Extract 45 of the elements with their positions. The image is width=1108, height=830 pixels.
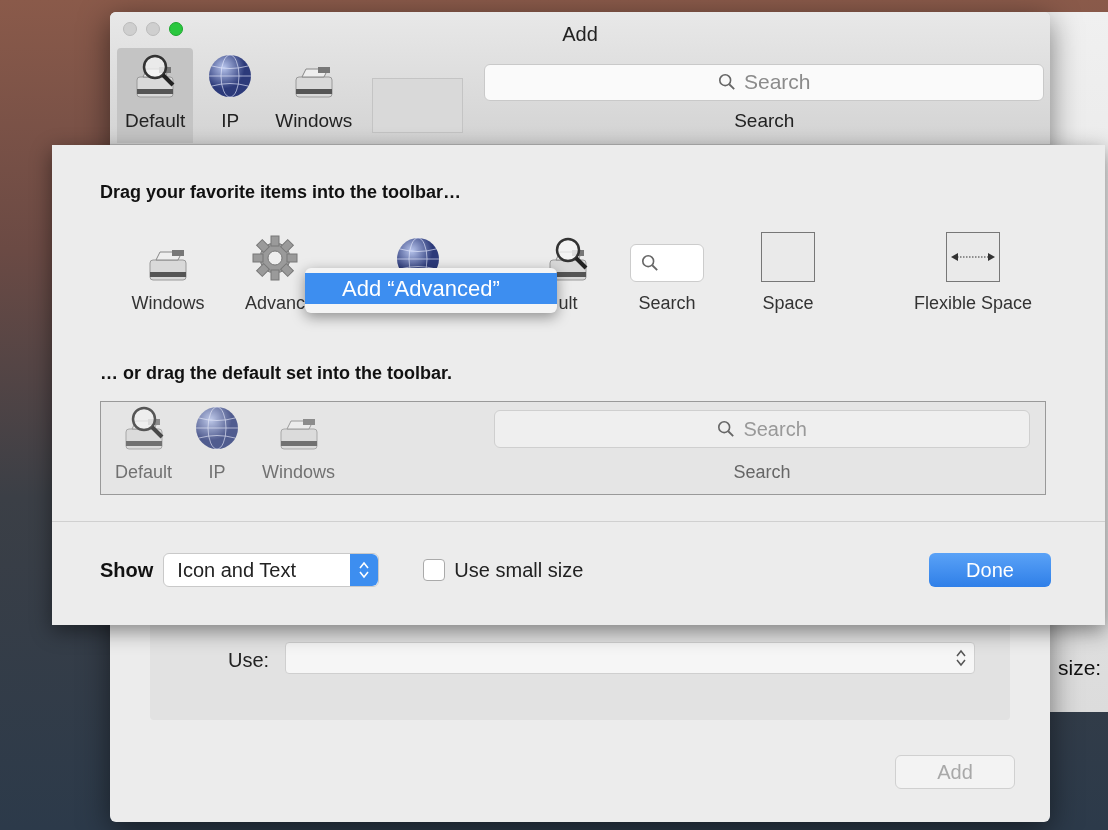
gear-icon (251, 234, 299, 282)
use-popup[interactable] (285, 642, 976, 674)
default-item-label: Default (115, 461, 173, 484)
menu-item[interactable]: Add “Advanced” (305, 273, 557, 304)
search-placeholder: Search (743, 417, 807, 442)
close-button[interactable] (123, 22, 137, 36)
palette-item-label: ult (558, 292, 578, 314)
palette-item-label: Windows (131, 292, 205, 314)
use-label: Use: (228, 648, 270, 673)
default-item-label: Search (733, 461, 791, 484)
checkbox[interactable] (423, 559, 446, 581)
checkbox-label: Use small size (454, 558, 584, 583)
sheet-heading: Drag your favorite items into the toolbar… (100, 182, 462, 202)
default-item-label: Windows (262, 461, 336, 484)
search-field[interactable]: Search (484, 63, 1045, 101)
palette-item-label: Space (762, 292, 814, 314)
show-popup[interactable]: Icon and Text (163, 553, 380, 587)
zoom-button[interactable] (169, 22, 183, 36)
space-box-icon (761, 232, 815, 282)
toolbar-item[interactable]: IP (199, 48, 262, 143)
stepper-icon (359, 561, 370, 579)
globe-icon (207, 52, 254, 99)
palette-item-label: Advanc (244, 292, 305, 314)
done-button[interactable]: Done (929, 553, 1051, 587)
search-icon (717, 420, 736, 438)
palette-item-label: Search (638, 292, 696, 314)
stepper-icon (956, 649, 967, 667)
show-label: Show (100, 558, 154, 583)
size-label: size: (1058, 655, 1102, 681)
search-icon (641, 254, 659, 272)
search-field[interactable]: Search (494, 410, 1031, 448)
palette-item-label: Flexible Space (913, 292, 1033, 314)
toolbar-item[interactable]: Windows (267, 48, 361, 143)
sheet-heading: … or drag the default set into the toolbar. (100, 363, 453, 383)
flexible-space-icon (946, 232, 1000, 282)
stepper-button[interactable] (350, 554, 379, 586)
search-placeholder: Search (744, 69, 811, 96)
popup-value: Icon and Text (177, 558, 296, 583)
search-icon (718, 73, 736, 91)
default-item-label: IP (208, 461, 226, 484)
minimize-button[interactable] (146, 22, 160, 36)
toolbar-item-label: Search (734, 108, 795, 133)
window-title: Add (562, 23, 598, 45)
toolbar-item[interactable]: Default (117, 48, 194, 143)
globe-icon (194, 405, 241, 451)
